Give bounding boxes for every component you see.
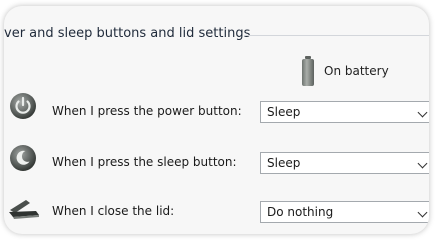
section-divider	[244, 35, 429, 36]
power-button-row: When I press the power button: Sleep	[4, 93, 429, 136]
power-button-label: When I press the power button:	[52, 104, 242, 118]
lid-close-label: When I close the lid:	[52, 204, 175, 218]
power-button-icon	[10, 93, 36, 119]
sleep-button-label: When I press the sleep button:	[52, 155, 237, 169]
battery-column-header: On battery	[302, 56, 389, 86]
sleep-button-action-value: Sleep	[267, 156, 301, 170]
chevron-down-icon	[417, 107, 428, 118]
laptop-lid-icon	[9, 200, 39, 219]
section-title: ver and sleep buttons and lid settings	[4, 26, 251, 41]
sleep-button-action-select[interactable]: Sleep	[260, 152, 429, 174]
chevron-down-icon	[417, 207, 428, 218]
sleep-button-row: When I press the sleep button: Sleep	[4, 145, 429, 187]
power-settings-panel: ver and sleep buttons and lid settings O…	[4, 6, 429, 234]
battery-column-label: On battery	[324, 64, 389, 78]
lid-close-action-select[interactable]: Do nothing	[260, 201, 429, 223]
lid-close-row: When I close the lid: Do nothing	[4, 196, 429, 234]
chevron-down-icon	[417, 158, 428, 169]
power-button-action-select[interactable]: Sleep	[260, 101, 429, 123]
lid-close-action-value: Do nothing	[267, 205, 334, 219]
battery-icon	[302, 56, 314, 86]
power-button-action-value: Sleep	[267, 105, 301, 119]
sleep-button-icon	[10, 145, 36, 171]
